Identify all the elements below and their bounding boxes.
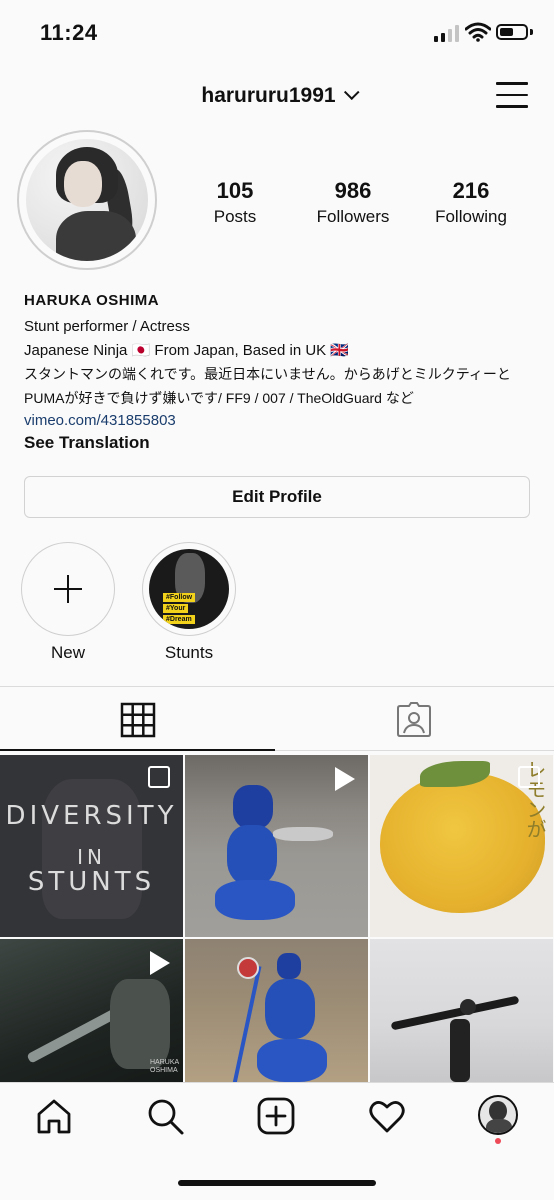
active-tab-indicator	[0, 749, 275, 751]
highlight-tag: #Dream	[163, 615, 195, 624]
highlight-stunts-cover: #Follow #Your #Dream	[149, 549, 229, 629]
bio-line: Stunt performer / Actress	[24, 318, 190, 335]
chevron-down-icon	[343, 84, 360, 101]
watermark: HARUKA OSHIMA	[150, 1059, 180, 1074]
bio-link[interactable]: vimeo.com/431855803	[24, 412, 176, 429]
search-icon[interactable]	[145, 1096, 185, 1136]
following-count-value: 216	[452, 178, 490, 203]
post-text: DIVERSITY	[5, 801, 178, 831]
video-icon	[150, 951, 170, 975]
battery-nub	[530, 29, 533, 35]
cellular-signal-icon	[434, 24, 459, 42]
home-icon[interactable]	[34, 1096, 74, 1136]
followers-count-value: 986	[334, 178, 372, 203]
highlight-stunts[interactable]: #Follow #Your #Dream	[142, 542, 236, 636]
profile-avatar-nav[interactable]	[478, 1095, 518, 1135]
post-thumbnail[interactable]: DIVERSITY IN STUNTS	[0, 755, 183, 937]
new-highlight-button[interactable]	[21, 542, 115, 636]
edit-profile-button[interactable]: Edit Profile	[24, 476, 530, 518]
tagged-icon[interactable]	[396, 702, 432, 738]
following-count[interactable]: 216 Following	[416, 178, 526, 227]
bio-line: Japanese Ninja 🇯🇵 From Japan, Based in U…	[24, 342, 350, 359]
home-indicator[interactable]	[178, 1180, 376, 1186]
following-count-label: Following	[435, 207, 507, 226]
post-text: STUNTS	[27, 867, 156, 897]
menu-icon[interactable]	[496, 82, 528, 110]
followers-count[interactable]: 986 Followers	[298, 178, 408, 227]
bio-line: PUMAが好きで負けず嫌いです/ FF9 / 007 / TheOldGuard…	[24, 390, 414, 406]
post-thumbnail[interactable]: レモンが	[370, 755, 553, 937]
highlight-label-stunts: Stunts	[164, 643, 214, 662]
highlight-tag: #Your	[163, 604, 189, 613]
post-thumbnail[interactable]	[185, 755, 368, 937]
add-post-icon[interactable]	[256, 1096, 296, 1136]
posts-count-value: 105	[216, 178, 254, 203]
notification-dot	[495, 1138, 501, 1144]
post-text: IN	[77, 845, 106, 869]
profile-avatar[interactable]	[26, 139, 148, 261]
username-label: harururu1991	[201, 84, 336, 107]
username-switcher[interactable]: harururu1991	[0, 84, 554, 108]
tabs-divider	[0, 686, 554, 687]
posts-count-label: Posts	[213, 207, 257, 226]
status-time: 11:24	[40, 20, 98, 45]
post-thumbnail[interactable]	[185, 939, 368, 1082]
bio-line: スタントマンの端くれです。最近日本にいません。からあげとミルクティーと	[24, 366, 511, 382]
posts-count[interactable]: 105 Posts	[180, 178, 290, 227]
post-thumbnail[interactable]: HARUKA OSHIMA	[0, 939, 183, 1082]
see-translation-button[interactable]: See Translation	[24, 433, 150, 453]
wifi-icon	[465, 22, 491, 42]
profile-full-name: HARUKA OSHIMA	[24, 292, 160, 309]
multiple-icon	[518, 766, 540, 788]
video-icon	[335, 767, 355, 791]
battery-icon	[496, 24, 528, 40]
grid-icon[interactable]	[120, 702, 156, 738]
multiple-icon	[148, 766, 170, 788]
post-thumbnail[interactable]	[370, 939, 553, 1082]
tabs-bottom-divider	[275, 750, 554, 751]
highlight-label-new: New	[50, 643, 85, 662]
followers-count-label: Followers	[316, 207, 390, 226]
heart-icon[interactable]	[367, 1096, 407, 1136]
highlight-tag: #Follow	[163, 593, 196, 602]
